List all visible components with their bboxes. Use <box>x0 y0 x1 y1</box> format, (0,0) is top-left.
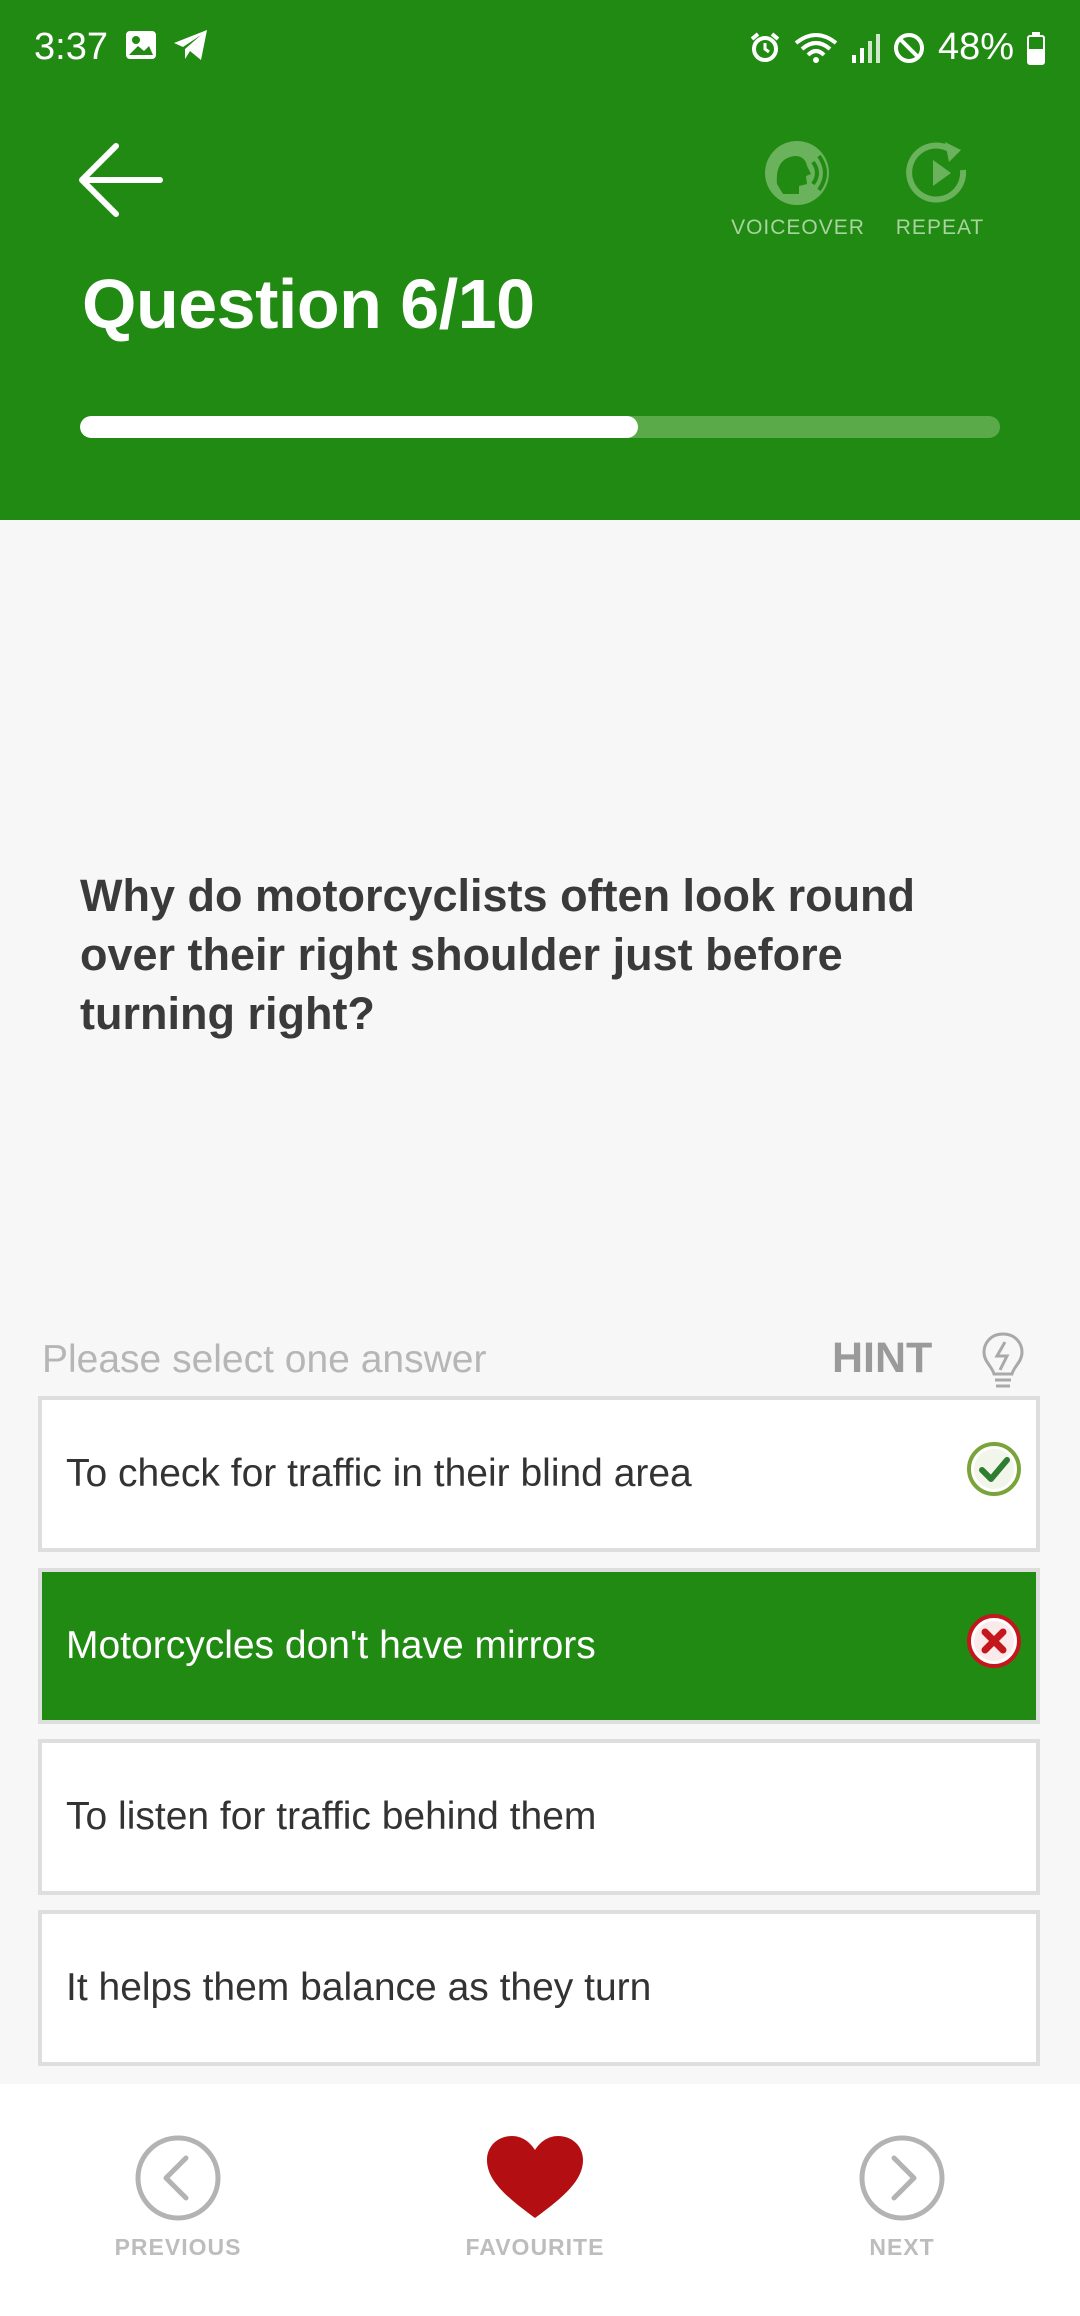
repeat-label: REPEAT <box>895 216 985 239</box>
answer-option-1[interactable]: To check for traffic in their blind area <box>38 1396 1040 1552</box>
chevron-left-circle-icon <box>135 2135 221 2221</box>
favourite-label: FAVOURITE <box>465 2234 605 2260</box>
do-not-disturb-icon <box>893 32 924 63</box>
arrow-left-icon <box>79 143 163 217</box>
progress-fill <box>80 416 638 438</box>
repeat-button[interactable]: REPEAT <box>880 140 1000 240</box>
answer-option-2[interactable]: Motorcycles don't have mirrors <box>38 1568 1040 1724</box>
voiceover-button[interactable]: VOICEOVER <box>728 140 868 240</box>
battery-percent: 48% <box>937 26 1014 68</box>
back-button[interactable] <box>76 140 166 220</box>
question-text: Why do motorcyclists often look round ov… <box>80 870 916 1039</box>
heart-icon <box>487 2136 583 2218</box>
next-label: NEXT <box>869 2234 935 2260</box>
wrong-mark <box>966 1613 1022 1679</box>
answer-option-3[interactable]: To listen for traffic behind them <box>38 1739 1040 1895</box>
progress-bar <box>80 416 1000 438</box>
lightbulb-icon <box>982 1332 1024 1388</box>
alarm-icon <box>750 31 780 62</box>
hint-button[interactable]: HINT <box>832 1334 932 1383</box>
hint-icon-button[interactable] <box>980 1330 1026 1397</box>
signal-icon <box>851 33 880 63</box>
battery-icon <box>1027 31 1045 65</box>
status-time: 3:37 <box>34 26 108 68</box>
replay-icon <box>906 142 967 203</box>
voiceover-icon <box>765 141 829 205</box>
x-circle-icon <box>967 1614 1021 1668</box>
previous-label: PREVIOUS <box>114 2234 242 2260</box>
answer-text: It helps them balance as they turn <box>66 1966 652 2009</box>
favourite-button[interactable]: FAVOURITE <box>455 2134 615 2261</box>
check-circle-icon <box>967 1442 1021 1496</box>
gallery-icon <box>126 31 156 59</box>
chevron-right-circle-icon <box>859 2135 945 2221</box>
wifi-icon <box>794 32 838 63</box>
answer-prompt: Please select one answer <box>42 1338 487 1381</box>
correct-mark <box>966 1441 1022 1507</box>
next-button[interactable]: NEXT <box>832 2134 972 2261</box>
voiceover-label: VOICEOVER <box>731 216 865 239</box>
status-bar: 3:37 48% <box>0 0 1080 96</box>
header: 3:37 48% VOICEOVER REPEAT Question 6/10 <box>0 0 1080 520</box>
answer-text: To listen for traffic behind them <box>66 1795 597 1838</box>
previous-button[interactable]: PREVIOUS <box>108 2134 248 2261</box>
answer-text: Motorcycles don't have mirrors <box>66 1624 596 1667</box>
telegram-icon <box>174 30 207 60</box>
answer-option-4[interactable]: It helps them balance as they turn <box>38 1910 1040 2066</box>
answer-text: To check for traffic in their blind area <box>66 1452 692 1495</box>
question-counter: Question 6/10 <box>82 265 535 343</box>
